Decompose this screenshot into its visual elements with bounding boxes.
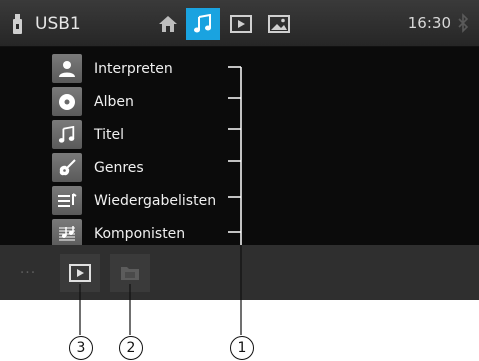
callout-leader-lines (79, 66, 242, 335)
callout-1: 1 (230, 336, 254, 360)
callout-2: 2 (119, 336, 143, 360)
callout-3: 3 (69, 336, 93, 360)
